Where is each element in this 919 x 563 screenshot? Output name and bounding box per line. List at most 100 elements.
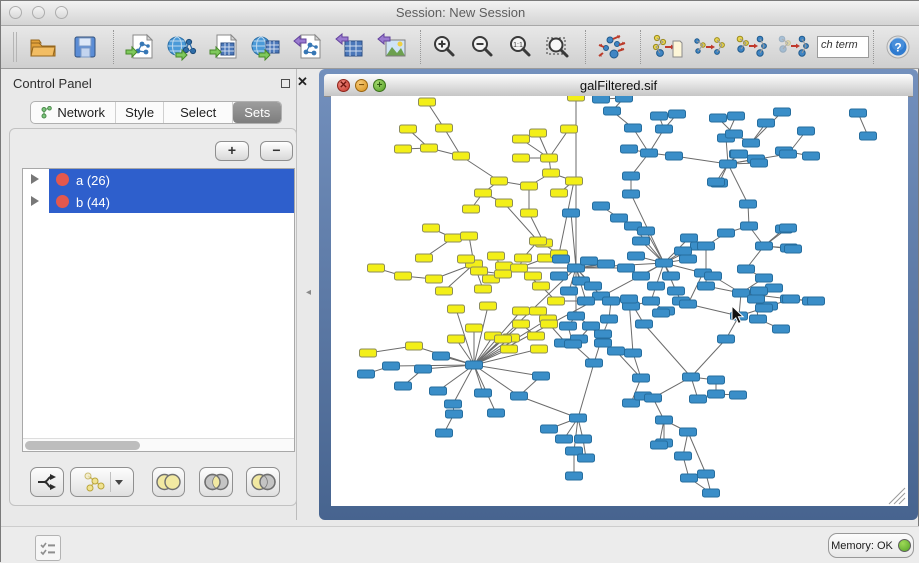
graph-node[interactable] xyxy=(581,257,598,265)
export-network-button[interactable] xyxy=(290,29,326,65)
graph-node[interactable] xyxy=(445,400,462,408)
graph-node[interactable] xyxy=(561,287,578,295)
graph-node[interactable] xyxy=(785,245,802,253)
remove-set-button[interactable]: − xyxy=(260,141,293,161)
graph-node[interactable] xyxy=(561,125,578,133)
graph-node[interactable] xyxy=(419,98,436,106)
graph-node[interactable] xyxy=(448,335,465,343)
graph-node[interactable] xyxy=(641,149,658,157)
network-canvas[interactable] xyxy=(331,96,908,506)
graph-node[interactable] xyxy=(530,237,547,245)
graph-node[interactable] xyxy=(511,264,528,272)
tab-style[interactable]: Style xyxy=(116,102,164,123)
graph-node[interactable] xyxy=(633,374,650,382)
graph-node[interactable] xyxy=(501,345,518,353)
graph-node[interactable] xyxy=(718,229,735,237)
graph-node[interactable] xyxy=(406,342,423,350)
graph-node[interactable] xyxy=(488,409,505,417)
graph-node[interactable] xyxy=(633,272,650,280)
graph-node[interactable] xyxy=(741,222,758,230)
graph-node[interactable] xyxy=(578,454,595,462)
graph-node[interactable] xyxy=(731,150,748,158)
scrollbar-thumb[interactable] xyxy=(25,441,140,450)
graph-node[interactable] xyxy=(625,124,642,132)
graph-node[interactable] xyxy=(636,320,653,328)
graph-node[interactable] xyxy=(446,410,463,418)
graph-node[interactable] xyxy=(651,112,668,120)
zoom-in-button[interactable] xyxy=(429,29,461,65)
graph-node[interactable] xyxy=(648,282,665,290)
graph-node[interactable] xyxy=(496,262,513,270)
dropdown-caret-icon[interactable] xyxy=(115,480,123,485)
graph-node[interactable] xyxy=(463,205,480,213)
graph-node[interactable] xyxy=(513,320,530,328)
graph-node[interactable] xyxy=(593,96,610,103)
graph-node[interactable] xyxy=(698,242,715,250)
graph-node[interactable] xyxy=(808,297,825,305)
apply-layout-button[interactable] xyxy=(594,29,630,65)
graph-node[interactable] xyxy=(850,109,867,117)
graph-node[interactable] xyxy=(395,272,412,280)
graph-node[interactable] xyxy=(628,252,645,260)
import-table-file-button[interactable] xyxy=(206,29,242,65)
graph-node[interactable] xyxy=(690,395,707,403)
graph-node[interactable] xyxy=(681,474,698,482)
set-union-button[interactable] xyxy=(152,467,185,497)
graph-node[interactable] xyxy=(708,390,725,398)
graph-node[interactable] xyxy=(681,234,698,242)
graph-node[interactable] xyxy=(633,237,650,245)
import-table-web-button[interactable] xyxy=(248,29,284,65)
task-history-button[interactable] xyxy=(35,535,61,561)
graph-node[interactable] xyxy=(740,200,757,208)
tab-sets[interactable]: Sets xyxy=(233,102,281,123)
graph-node[interactable] xyxy=(358,370,375,378)
graph-node[interactable] xyxy=(595,330,612,338)
extract-set-button[interactable] xyxy=(775,29,811,65)
import-network-web-button[interactable] xyxy=(164,29,200,65)
graph-node[interactable] xyxy=(733,289,750,297)
graph-node[interactable] xyxy=(528,332,545,340)
graph-node[interactable] xyxy=(780,224,797,232)
graph-node[interactable] xyxy=(680,255,697,263)
zoom-actual-size-button[interactable]: 1:1 xyxy=(505,29,537,65)
graph-node[interactable] xyxy=(566,177,583,185)
graph-node[interactable] xyxy=(525,272,542,280)
graph-node[interactable] xyxy=(680,428,697,436)
graph-node[interactable] xyxy=(611,214,628,222)
graph-node[interactable] xyxy=(436,429,453,437)
graph-node[interactable] xyxy=(603,297,620,305)
graph-node[interactable] xyxy=(513,307,530,315)
graph-node[interactable] xyxy=(718,335,735,343)
graph-node[interactable] xyxy=(666,152,683,160)
graph-node[interactable] xyxy=(798,127,815,135)
graph-node[interactable] xyxy=(383,362,400,370)
graph-node[interactable] xyxy=(416,254,433,262)
graph-node[interactable] xyxy=(621,295,638,303)
graph-node[interactable] xyxy=(480,302,497,310)
graph-node[interactable] xyxy=(360,349,377,357)
graph-node[interactable] xyxy=(515,254,532,262)
zoom-out-button[interactable] xyxy=(467,29,499,65)
graph-node[interactable] xyxy=(421,144,438,152)
network-frame-titlebar[interactable]: ✕ − + galFiltered.sif xyxy=(324,74,913,97)
zoom-fit-selected-button[interactable] xyxy=(543,29,575,65)
graph-node[interactable] xyxy=(683,373,700,381)
graph-node[interactable] xyxy=(604,107,621,115)
graph-node[interactable] xyxy=(488,252,505,260)
set-difference-button[interactable] xyxy=(246,467,280,497)
graph-node[interactable] xyxy=(601,315,618,323)
graph-node[interactable] xyxy=(720,160,737,168)
import-network-file-button[interactable] xyxy=(122,29,158,65)
graph-node[interactable] xyxy=(430,387,447,395)
graph-node[interactable] xyxy=(621,145,638,153)
graph-node[interactable] xyxy=(766,284,783,292)
graph-node[interactable] xyxy=(780,150,797,158)
toolbar-drag-handle[interactable] xyxy=(13,32,17,62)
graph-node[interactable] xyxy=(513,135,530,143)
graph-node[interactable] xyxy=(530,129,547,137)
graph-node[interactable] xyxy=(698,470,715,478)
graph-node[interactable] xyxy=(663,272,680,280)
graph-node[interactable] xyxy=(586,359,603,367)
save-session-button[interactable] xyxy=(67,29,103,65)
graph-node[interactable] xyxy=(475,189,492,197)
